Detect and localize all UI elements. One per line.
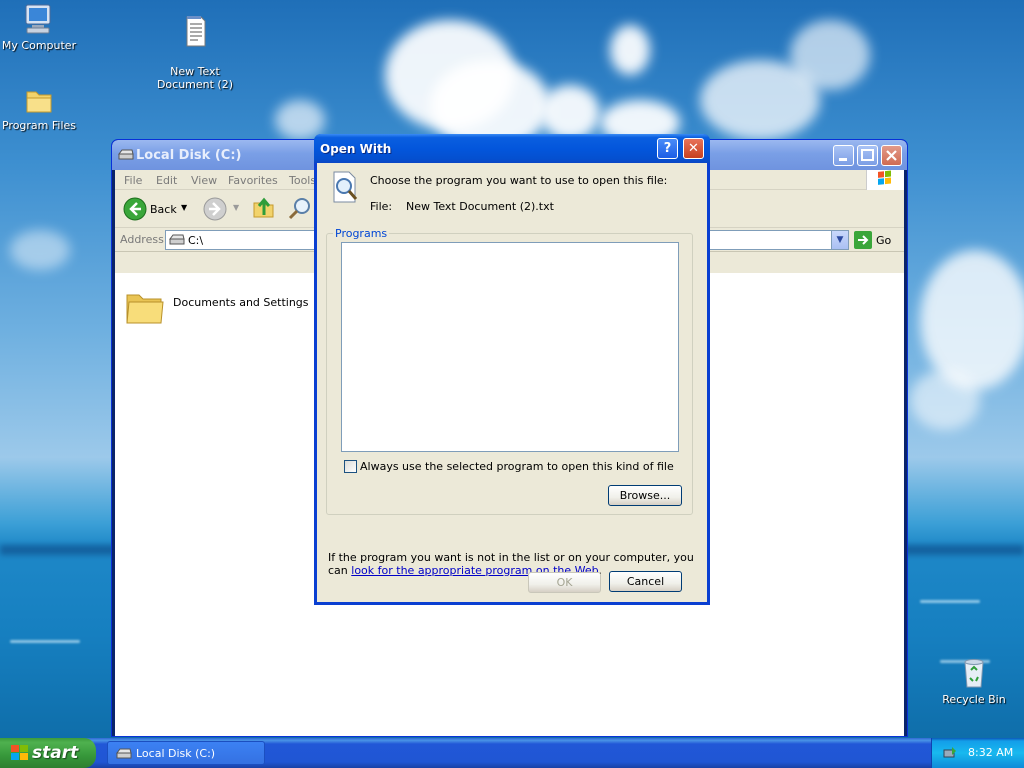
menu-favorites[interactable]: Favorites [228, 174, 278, 187]
forward-dropdown-icon: ▼ [233, 203, 240, 212]
dialog-close-button[interactable]: ✕ [683, 138, 704, 159]
cloud [610, 25, 650, 75]
maximize-button[interactable] [857, 145, 878, 166]
cancel-button[interactable]: Cancel [609, 571, 682, 592]
browse-label: Browse... [619, 489, 671, 502]
forward-arrow-icon [203, 197, 227, 221]
up-folder-icon [253, 197, 274, 218]
taskbar: start Local Disk (C:) 8:32 AM [0, 738, 1024, 768]
browse-button[interactable]: Browse... [608, 485, 682, 506]
safely-remove-hardware-icon[interactable] [942, 745, 958, 761]
forward-button[interactable]: ▼ [203, 197, 239, 221]
help-icon: ? [663, 141, 672, 156]
desktop-icon-new-text-document[interactable]: New Text Document (2) [150, 2, 240, 91]
minimize-icon [839, 158, 847, 161]
taskbar-item-label: Local Disk (C:) [136, 747, 216, 760]
windows-logo-icon [866, 170, 904, 190]
search-button[interactable] [287, 196, 313, 225]
close-icon: ✕ [688, 141, 699, 156]
desktop-icon-program-files[interactable]: Program Files [0, 86, 84, 132]
sea-glint [10, 640, 80, 643]
cloud [540, 85, 600, 140]
desktop-icon-label: Program Files [1, 119, 77, 132]
folder-label: Documents and Settings [173, 296, 309, 309]
desktop: My Computer New Text Document (2) Progra… [0, 0, 1024, 738]
sea-glint [920, 600, 980, 603]
back-dropdown-icon[interactable]: ▼ [181, 203, 187, 212]
always-use-label[interactable]: Always use the selected program to open … [360, 460, 674, 473]
cloud [10, 230, 70, 270]
programs-label: Programs [333, 227, 390, 240]
address-value: C:\ [188, 234, 204, 247]
drive-icon [118, 149, 134, 160]
folder-icon [126, 294, 164, 324]
address-label: Address [120, 233, 164, 246]
always-use-checkbox[interactable] [344, 460, 357, 473]
back-arrow-icon [123, 197, 147, 221]
cloud [790, 20, 870, 90]
dialog-titlebar[interactable]: Open With ? ✕ [314, 134, 710, 163]
go-button[interactable]: Go [854, 231, 900, 249]
text-document-icon [186, 16, 206, 47]
maximize-icon [861, 149, 874, 161]
folder-item-documents-and-settings[interactable]: Documents and Settings [125, 287, 309, 330]
clock[interactable]: 8:32 AM [968, 746, 1013, 759]
file-name: New Text Document (2).txt [406, 200, 554, 213]
programs-list[interactable] [341, 242, 679, 452]
drive-icon [169, 234, 185, 245]
taskbar-item-local-disk[interactable]: Local Disk (C:) [107, 741, 265, 765]
up-folder-button[interactable] [252, 195, 276, 224]
dialog-title: Open With [320, 142, 392, 156]
desktop-icon-label: New Text Document (2) [156, 65, 234, 91]
minimize-button[interactable] [833, 145, 854, 166]
search-icon [288, 198, 310, 220]
recycle-bin-icon [964, 659, 984, 688]
menu-file[interactable]: File [124, 174, 142, 187]
cloud [910, 370, 980, 430]
help-button[interactable]: ? [657, 138, 678, 159]
desktop-icon-label: My Computer [1, 39, 77, 52]
back-button[interactable]: Back ▼ [123, 197, 187, 221]
close-button[interactable] [881, 145, 902, 166]
open-with-icon [333, 171, 358, 203]
computer-icon [25, 4, 51, 34]
ok-button[interactable]: OK [528, 572, 601, 593]
dialog-prompt: Choose the program you want to use to op… [370, 174, 668, 187]
drive-icon [116, 748, 132, 759]
start-label: start [32, 743, 79, 763]
ok-label: OK [556, 576, 573, 589]
go-arrow-icon [854, 231, 872, 249]
cancel-label: Cancel [626, 575, 665, 588]
file-label: File: [370, 200, 393, 213]
desktop-icon-my-computer[interactable]: My Computer [0, 2, 84, 52]
back-label: Back [150, 203, 177, 216]
desktop-icon-recycle-bin[interactable]: Recycle Bin [929, 656, 1019, 706]
go-label: Go [876, 234, 892, 247]
close-icon [886, 150, 897, 161]
start-button[interactable]: start [0, 738, 96, 768]
cloud [920, 250, 1024, 390]
open-with-dialog: Open With ? ✕ Choose the program you wan… [314, 134, 710, 605]
address-dropdown-button[interactable]: ▼ [831, 231, 848, 249]
windows-logo-icon [11, 745, 28, 760]
menu-view[interactable]: View [191, 174, 217, 187]
folder-icon [26, 91, 52, 113]
programs-groupbox: Programs Always use the selected program… [326, 227, 693, 515]
system-tray: 8:32 AM [931, 738, 1024, 768]
menu-tools[interactable]: Tools [289, 174, 316, 187]
menu-edit[interactable]: Edit [156, 174, 177, 187]
desktop-icon-label: Recycle Bin [942, 693, 1006, 706]
dialog-body: Choose the program you want to use to op… [317, 163, 707, 602]
explorer-title: Local Disk (C:) [136, 148, 242, 163]
